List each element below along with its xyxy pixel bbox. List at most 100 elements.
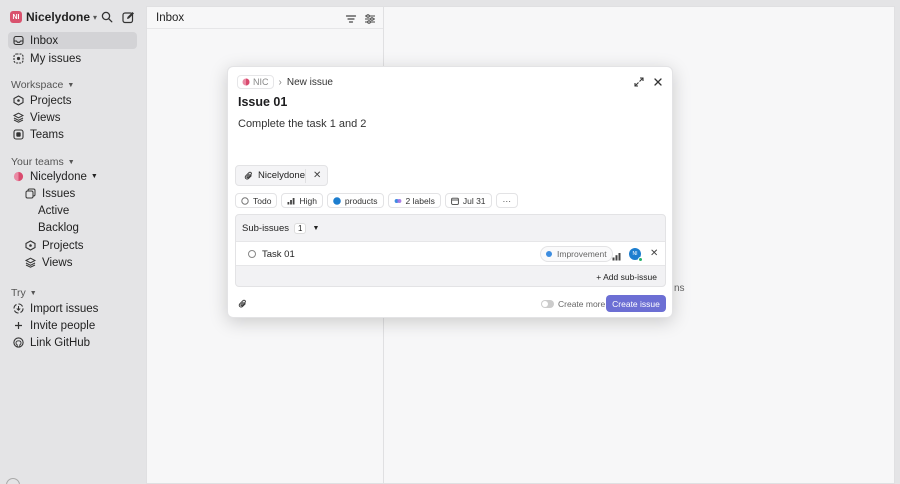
sub-issue-label[interactable]: Improvement [540, 246, 613, 262]
remove-sub-issue-icon[interactable]: ✕ [650, 248, 658, 259]
section-label: Workspace [11, 79, 64, 91]
more-icon: ··· [502, 195, 512, 206]
sidebar-team-nicelydone[interactable]: Nicelydone ▼ [8, 168, 137, 185]
attachment-name: Nicelydone [258, 170, 305, 181]
sidebar-item-label: Active [38, 204, 70, 217]
priority-high-icon[interactable] [612, 250, 621, 261]
sidebar-item-team-projects[interactable]: Projects [20, 237, 137, 254]
sidebar-item-label: Projects [30, 94, 72, 107]
team-selector[interactable]: NIC [237, 75, 274, 89]
more-options-button[interactable]: ··· [495, 193, 519, 208]
workspace-section-toggle[interactable]: Workspace ▼ [11, 79, 74, 91]
sidebar-item-label: Issues [42, 187, 76, 200]
create-issue-button[interactable]: Create issue [606, 295, 666, 312]
sidebar-item-team-views[interactable]: Views [20, 254, 137, 271]
help-button[interactable] [6, 478, 20, 484]
issue-properties: Todo High products 2 labels Jul 31 ··· [235, 193, 522, 208]
todo-status-icon[interactable] [248, 250, 256, 258]
teams-section-toggle[interactable]: Your teams ▼ [11, 156, 75, 168]
due-date-selector[interactable]: Jul 31 [444, 193, 492, 208]
caret-down-icon: ▼ [312, 225, 320, 232]
sub-issues-count: 1 [294, 223, 307, 234]
new-issue-modal: NIC › New issue Issue 01 Complete the ta… [227, 66, 673, 318]
issues-icon [24, 188, 36, 200]
try-section-toggle[interactable]: Try ▼ [11, 287, 37, 299]
sidebar-item-import-issues[interactable]: Import issues [8, 300, 137, 317]
label-dot-icon [546, 251, 552, 257]
sidebar-item-projects[interactable]: Projects [8, 92, 137, 109]
priority-high-icon [287, 197, 295, 205]
status-label: Todo [253, 195, 272, 206]
caret-down-icon: ▼ [67, 158, 75, 166]
create-more-toggle[interactable]: Create more [541, 299, 605, 309]
sidebar-item-label: Backlog [38, 221, 79, 234]
sidebar-item-backlog[interactable]: Backlog [30, 219, 137, 236]
filter-icon[interactable] [345, 13, 357, 25]
sub-issues-label: Sub-issues [242, 223, 289, 234]
search-icon[interactable] [99, 9, 115, 25]
project-label: products [344, 195, 378, 206]
todo-status-icon [241, 196, 249, 205]
toggle-switch[interactable] [541, 300, 554, 308]
compose-icon[interactable] [120, 9, 136, 25]
priority-selector[interactable]: High [281, 193, 323, 208]
sidebar-item-invite-people[interactable]: Invite people [8, 317, 137, 334]
sidebar-item-teams[interactable]: Teams [8, 126, 137, 143]
sidebar-item-link-github[interactable]: Link GitHub [8, 334, 137, 351]
labels-selector[interactable]: 2 labels [387, 193, 441, 208]
sidebar-item-label: Projects [42, 239, 84, 252]
chevron-down-icon: ▾ [93, 12, 98, 22]
sub-issues-section: Sub-issues 1 ▼ Task 01 Improvement NI ✕ … [235, 214, 666, 287]
team-logo-icon [12, 171, 24, 183]
close-icon[interactable] [652, 76, 664, 88]
labels-label: 2 labels [405, 195, 435, 206]
team-key: NIC [253, 77, 269, 87]
teams-icon [12, 129, 24, 141]
import-icon [12, 303, 24, 315]
paperclip-icon [244, 171, 254, 181]
sidebar-item-label: Import issues [30, 302, 99, 315]
inbox-header: Inbox [147, 7, 383, 29]
sidebar-item-views[interactable]: Views [8, 109, 137, 126]
projects-icon [12, 95, 24, 107]
sidebar-item-label: Invite people [30, 319, 96, 332]
calendar-icon [450, 197, 459, 205]
team-logo-icon [242, 78, 250, 86]
sub-issue-row[interactable]: Task 01 Improvement NI ✕ [236, 241, 665, 266]
create-more-label: Create more [558, 299, 606, 309]
status-selector[interactable]: Todo [235, 193, 278, 208]
issue-description-input[interactable]: Complete the task 1 and 2 [238, 118, 366, 130]
page-title: Inbox [156, 11, 185, 24]
attach-file-icon[interactable] [238, 298, 248, 308]
online-badge-icon [638, 257, 643, 262]
sidebar-item-inbox[interactable]: Inbox [8, 32, 137, 49]
project-avatar-icon [333, 196, 341, 205]
issue-title-input[interactable]: Issue 01 [238, 95, 287, 109]
sidebar-item-label: Views [42, 256, 73, 269]
remove-attachment-icon[interactable]: ✕ [313, 170, 321, 181]
labels-icon [394, 197, 402, 205]
label-text: Improvement [557, 249, 607, 259]
sub-issue-title[interactable]: Task 01 [262, 249, 295, 260]
attachment-chip[interactable]: Nicelydone ✕ [235, 165, 328, 186]
projects-icon [24, 240, 36, 252]
sidebar-item-label: Inbox [30, 34, 59, 47]
assignee-avatar[interactable]: NI [629, 248, 643, 262]
expand-icon[interactable] [633, 76, 645, 88]
github-icon [12, 337, 24, 349]
sidebar-item-label: Teams [30, 128, 64, 141]
display-options-icon[interactable] [364, 13, 376, 25]
sidebar-item-my-issues[interactable]: My issues [8, 50, 137, 67]
sidebar-item-label: Link GitHub [30, 336, 91, 349]
add-sub-issue-button[interactable]: + Add sub-issue [596, 272, 657, 282]
avatar-initials: NI [632, 251, 638, 257]
due-date-label: Jul 31 [462, 195, 486, 206]
project-selector[interactable]: products [326, 193, 384, 208]
sidebar-item-active[interactable]: Active [30, 202, 137, 219]
sidebar-item-label: My issues [30, 52, 82, 65]
sidebar-item-issues[interactable]: Issues [20, 185, 137, 202]
views-icon [24, 257, 36, 269]
sidebar-item-label: Nicelydone [30, 170, 87, 183]
sub-issues-header[interactable]: Sub-issues 1 ▼ [242, 223, 319, 234]
section-label: Your teams [11, 156, 64, 168]
